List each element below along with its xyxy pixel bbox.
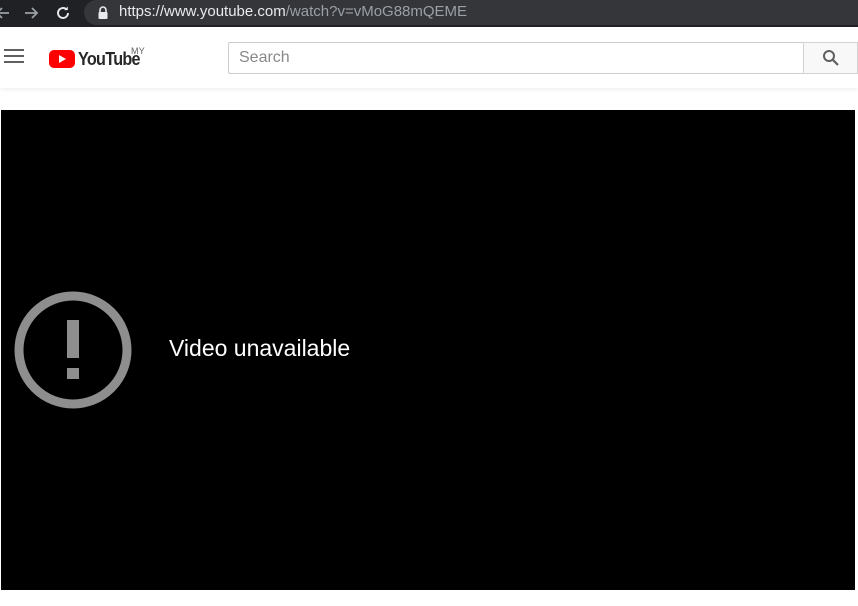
arrow-left-icon: [0, 7, 9, 19]
search-button[interactable]: [803, 42, 858, 74]
alert-circle-icon: [14, 291, 132, 409]
hamburger-icon-line: [4, 61, 24, 63]
menu-button[interactable]: [4, 49, 24, 65]
hamburger-icon-line: [4, 55, 24, 57]
browser-toolbar: https://www.youtube.com/watch?v=vMoG88mQ…: [0, 0, 858, 27]
search-icon: [822, 50, 839, 66]
reload-icon: [57, 6, 69, 19]
lock-icon: [98, 6, 108, 19]
search-input[interactable]: [228, 42, 804, 74]
forward-button[interactable]: [20, 2, 42, 24]
error-message: Video unavailable: [169, 335, 351, 361]
hamburger-icon-line: [4, 49, 24, 51]
youtube-play-icon: [49, 50, 75, 68]
masthead: YouTube MY: [0, 27, 858, 88]
url-host: https://www.youtube.com: [119, 3, 286, 20]
url-path: /watch?v=vMoG88mQEME: [285, 3, 468, 20]
url-text[interactable]: https://www.youtube.com/watch?v=vMoG88mQ…: [119, 3, 467, 21]
reload-button[interactable]: [52, 2, 74, 24]
back-button[interactable]: [0, 2, 14, 24]
country-code: MY: [131, 46, 146, 56]
video-player[interactable]: Video unavailable: [1, 110, 855, 590]
arrow-right-icon: [25, 7, 39, 19]
